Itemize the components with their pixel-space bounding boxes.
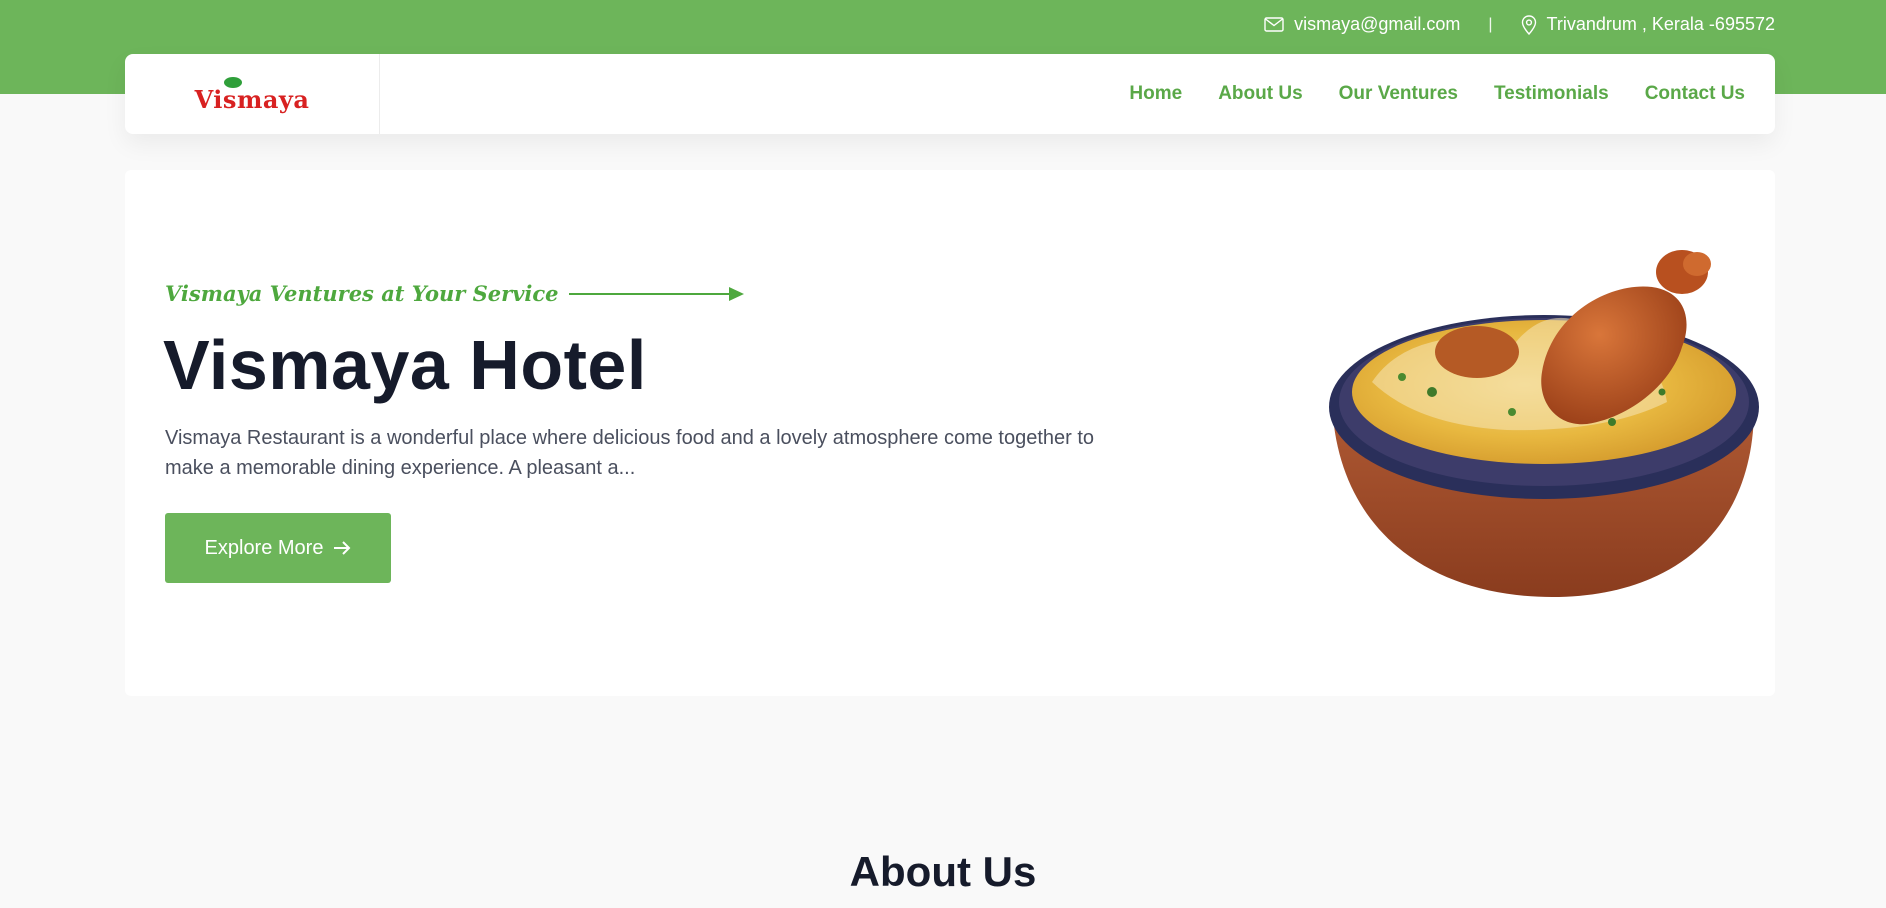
nav-menu: Home About Us Our Ventures Testimonials … [1129,54,1745,134]
biryani-image [1312,242,1772,607]
nav-item-contact-us[interactable]: Contact Us [1645,83,1745,105]
hero-description: Vismaya Restaurant is a wonderful place … [165,427,1095,479]
hero-title: Vismaya Hotel [163,326,647,404]
logo-text: Vismaya [194,84,310,114]
location-text: Trivandrum , Kerala -695572 [1546,14,1775,34]
nav-item-home[interactable]: Home [1129,83,1182,105]
location-info: Trivandrum , Kerala -695572 [1521,14,1775,35]
email-info[interactable]: vismaya@gmail.com [1264,14,1460,35]
email-text[interactable]: vismaya@gmail.com [1294,14,1460,35]
arrow-right-icon [333,540,351,556]
nav-item-testimonials[interactable]: Testimonials [1494,83,1609,105]
contact-info: vismaya@gmail.com | Trivandrum , Kerala … [1264,14,1775,35]
divider: | [1488,15,1493,33]
main-navbar: Vismaya Home About Us Our Ventures Testi… [125,54,1775,134]
tagline-text: Vismaya Ventures at Your Service [165,281,559,306]
about-us-heading: About Us [849,848,1037,895]
logo[interactable]: Vismaya [125,54,380,134]
envelope-icon [1264,17,1284,32]
hero-tagline: Vismaya Ventures at Your Service [165,281,745,306]
explore-more-button[interactable]: Explore More [165,513,391,583]
explore-more-label: Explore More [204,536,324,559]
nav-item-about-us[interactable]: About Us [1218,83,1302,105]
nav-item-our-ventures[interactable]: Our Ventures [1339,83,1458,105]
map-pin-icon [1521,14,1537,35]
tagline-arrow-icon [559,285,745,303]
